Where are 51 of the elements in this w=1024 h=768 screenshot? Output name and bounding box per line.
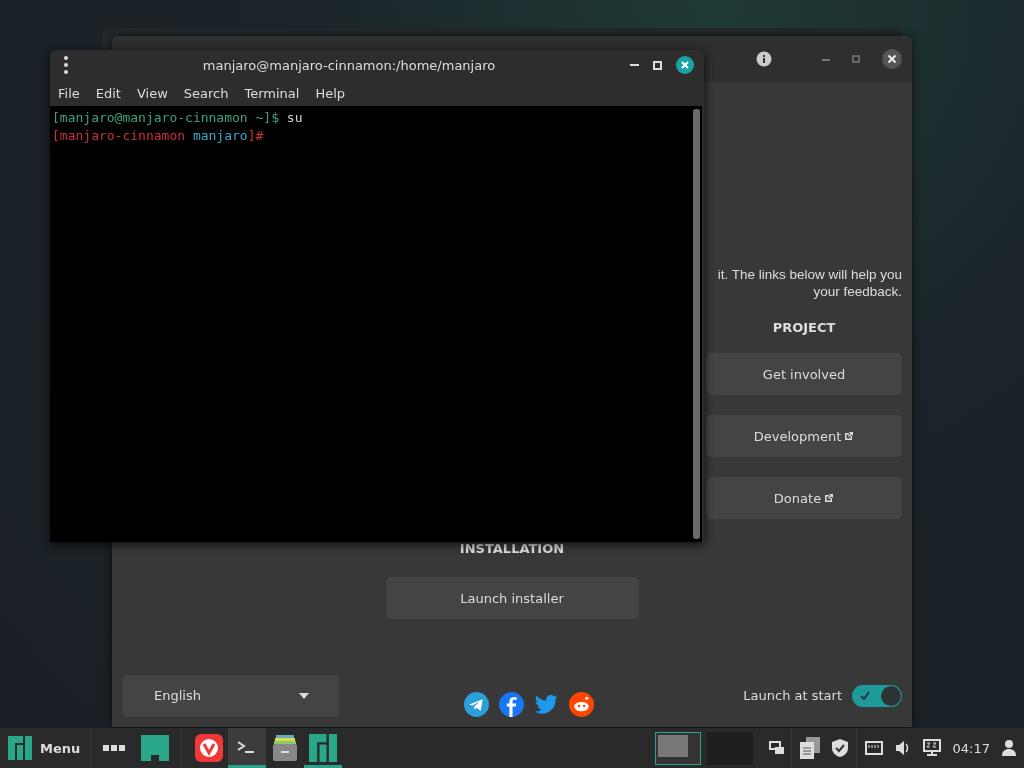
terminal-text: [manjaro@manjaro-cinnamon ~]$ [52,109,279,127]
volume-icon[interactable] [894,740,911,756]
shield-icon[interactable] [831,739,848,757]
menu-item[interactable]: View [128,85,176,101]
intro-text: it. The links below will help you [717,266,902,283]
link-button[interactable]: Development [706,415,902,457]
intro-text: your feedback. [813,283,902,300]
info-icon[interactable] [756,51,772,67]
launch-at-start-label: Launch at start [743,688,842,703]
menu-button[interactable]: Menu [0,728,91,768]
menu-item[interactable]: Terminal [236,85,308,101]
menu-item[interactable]: Help [307,85,354,101]
network-icon[interactable] [864,741,883,755]
menu-item[interactable]: File [50,85,88,101]
menu-item[interactable]: Edit [87,85,129,101]
caret-icon [299,692,309,699]
minimize-icon[interactable] [630,63,639,67]
link-button[interactable]: Donate [706,477,902,519]
section-heading: INSTALLATION [459,541,565,556]
terminal-text: [manjaro-cinnamon [52,127,186,145]
terminal-text: su [285,109,303,127]
windows-icon[interactable] [768,741,785,755]
terminal-text: ]# [247,127,264,145]
language-dropdown[interactable]: English [122,674,339,717]
logo-icon [8,736,32,760]
menu-item[interactable]: Search [175,85,237,101]
alien-icon[interactable] [568,692,594,717]
link-button[interactable]: Get involved [706,353,902,395]
user-icon[interactable] [1002,740,1016,756]
desktop-icon[interactable] [141,735,170,761]
monitor-icon[interactable] [922,739,941,757]
terminal-text: manjaro [191,127,248,145]
launch-at-start-toggle[interactable] [852,684,902,707]
facebook-icon[interactable] [498,692,524,717]
logo-icon [309,734,338,762]
clock[interactable]: 04:17 [952,740,990,756]
check-icon [860,690,870,700]
telegram-icon[interactable] [463,692,489,717]
taskbar-app[interactable] [228,728,267,768]
browser-icon [195,734,224,762]
notes-icon[interactable] [799,737,820,759]
launch-installer-button[interactable]: Launch installer [385,577,639,619]
close-icon[interactable] [676,56,694,74]
section-heading: PROJECT [772,320,836,335]
bird-icon[interactable] [533,692,559,717]
kebab-menu-icon[interactable] [64,56,68,74]
workspace-thumbnail[interactable] [654,731,701,765]
dots-icon[interactable] [103,745,126,751]
close-icon[interactable] [882,49,902,69]
window-title: manjaro@manjaro-cinnamon:/home/manjaro [201,57,497,73]
file-cabinet-icon [271,734,300,762]
